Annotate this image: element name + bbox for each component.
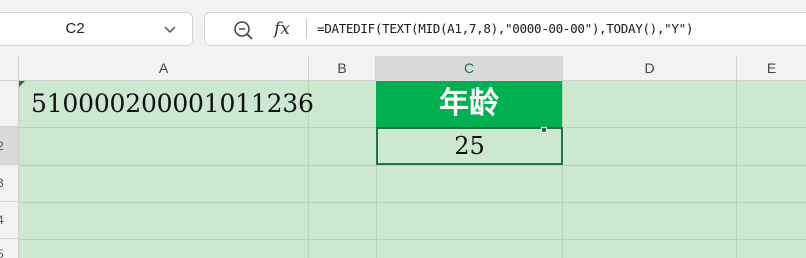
formula-bar: C2 fx =DATEDIF(TEXT(MID(A1,7,8),"0000-00… [0, 0, 806, 56]
cell-c2-selected[interactable]: 25 [376, 127, 563, 165]
row-header-5[interactable]: 5 [0, 239, 19, 258]
gridline [562, 81, 563, 258]
name-box[interactable]: C2 [0, 12, 193, 46]
row-header-4[interactable]: 4 [0, 202, 19, 239]
formula-input[interactable]: =DATEDIF(TEXT(MID(A1,7,8),"0000-00-00"),… [317, 13, 693, 45]
column-header-b[interactable]: B [309, 56, 376, 81]
row-header-1[interactable] [0, 81, 19, 127]
formula-area: fx =DATEDIF(TEXT(MID(A1,7,8),"0000-00-00… [204, 12, 806, 46]
cell-c1-value: 年龄 [439, 86, 499, 121]
cell-c2-value: 25 [454, 132, 485, 160]
column-header-row: A B C D E [0, 56, 806, 81]
cell-a1[interactable]: 510000200001011236 [19, 81, 314, 127]
gridline [19, 239, 806, 240]
chevron-down-icon[interactable] [161, 20, 179, 38]
select-all-corner[interactable] [0, 56, 19, 81]
gridline [19, 165, 806, 166]
row-number: 3 [0, 176, 4, 190]
sheet-grid[interactable]: 510000200001011236 年龄 25 [19, 81, 806, 258]
formula-separator [306, 19, 307, 39]
gridline [736, 81, 737, 258]
name-box-value[interactable]: C2 [0, 13, 155, 45]
column-header-a[interactable]: A [19, 56, 309, 81]
row-number: 5 [0, 247, 4, 258]
error-indicator-icon[interactable] [19, 81, 25, 87]
row-number: 4 [0, 213, 4, 227]
column-header-c[interactable]: C [376, 56, 563, 81]
column-header-e[interactable]: E [737, 56, 806, 81]
column-header-d[interactable]: D [563, 56, 737, 81]
gridline [19, 202, 806, 203]
row-header-3[interactable]: 3 [0, 165, 19, 202]
cell-c1[interactable]: 年龄 [376, 81, 562, 127]
zoom-out-icon[interactable] [232, 19, 254, 41]
row-number: 2 [0, 138, 4, 153]
fill-handle[interactable] [541, 127, 547, 133]
cell-a1-value: 510000200001011236 [31, 89, 314, 118]
insert-function-button[interactable]: fx [271, 16, 293, 42]
row-header-2[interactable]: 2 [0, 127, 19, 165]
